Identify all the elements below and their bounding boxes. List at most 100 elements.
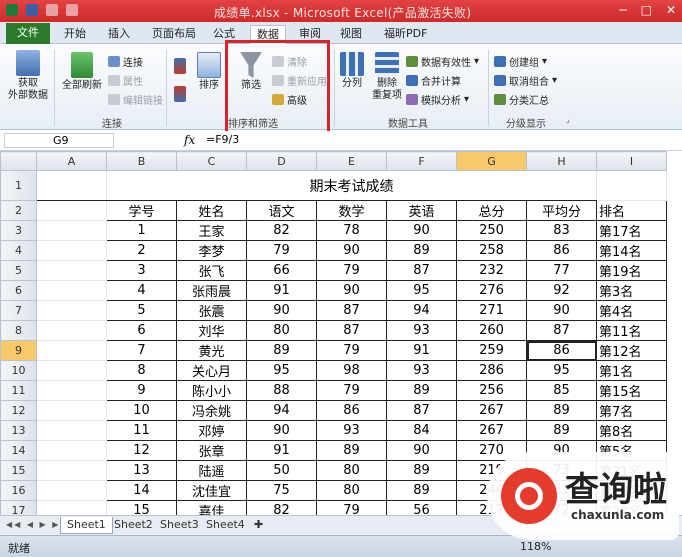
cell[interactable]: 286 — [456, 360, 527, 381]
undo-icon[interactable] — [46, 4, 58, 16]
column-header-e[interactable]: E — [316, 151, 387, 171]
cell[interactable]: 陈小小 — [176, 380, 247, 401]
cell[interactable]: 张章 — [176, 440, 247, 461]
cell[interactable]: 83 — [526, 220, 597, 241]
cell[interactable]: 89 — [526, 400, 597, 421]
column-header-f[interactable]: F — [386, 151, 457, 171]
cell[interactable] — [36, 400, 107, 421]
save-icon[interactable] — [26, 4, 38, 16]
cell[interactable]: 90 — [386, 440, 457, 461]
cell[interactable] — [36, 260, 107, 281]
cell[interactable]: 82 — [246, 220, 317, 241]
insert-function-icon[interactable]: fx — [184, 133, 195, 147]
cell[interactable]: 94 — [246, 400, 317, 421]
cell[interactable]: 85 — [526, 380, 597, 401]
row-header[interactable]: 17 — [0, 500, 37, 515]
cell[interactable]: 87 — [386, 260, 457, 281]
header-cell[interactable]: 平均分 — [526, 200, 597, 221]
formula-input[interactable]: =F9/3 — [206, 133, 239, 146]
cell[interactable] — [36, 340, 107, 361]
cell[interactable]: 79 — [316, 340, 387, 361]
cell[interactable] — [36, 500, 107, 515]
cell[interactable]: 89 — [386, 460, 457, 481]
cell[interactable]: 84 — [386, 420, 457, 441]
column-header-c[interactable]: C — [176, 151, 247, 171]
cell[interactable]: 第14名 — [596, 240, 667, 261]
cell[interactable]: 86 — [526, 240, 597, 261]
row-header[interactable]: 15 — [0, 460, 37, 481]
cell[interactable]: 刘华 — [176, 320, 247, 341]
header-cell[interactable]: 数学 — [316, 200, 387, 221]
cell[interactable] — [36, 280, 107, 301]
cell[interactable]: 第4名 — [596, 300, 667, 321]
cell[interactable]: 第1名 — [596, 360, 667, 381]
cell[interactable]: 嘉佳 — [176, 500, 247, 515]
cell[interactable]: 第19名 — [596, 260, 667, 281]
cell[interactable]: 邓婷 — [176, 420, 247, 441]
cell[interactable]: 2 — [106, 240, 177, 261]
cell[interactable]: 250 — [456, 220, 527, 241]
cell[interactable]: 15 — [106, 500, 177, 515]
row-header[interactable]: 16 — [0, 480, 37, 501]
cell[interactable]: 第15名 — [596, 380, 667, 401]
tab-page-layout[interactable]: 页面布局 — [150, 25, 198, 44]
row-header[interactable]: 1 — [0, 170, 37, 201]
row-header[interactable]: 10 — [0, 360, 37, 381]
cell[interactable]: 第12名 — [596, 340, 667, 361]
cell[interactable]: 第17名 — [596, 220, 667, 241]
cell[interactable]: 271 — [456, 300, 527, 321]
cell[interactable]: 第11名 — [596, 320, 667, 341]
cell[interactable]: 12 — [106, 440, 177, 461]
sort-az-button[interactable] — [174, 58, 186, 74]
header-cell[interactable]: 语文 — [246, 200, 317, 221]
cell[interactable]: 89 — [246, 340, 317, 361]
insert-sheet-icon[interactable]: ✚ — [248, 517, 269, 534]
cell[interactable]: 75 — [246, 480, 317, 501]
cell[interactable]: 1 — [106, 220, 177, 241]
cell[interactable]: 88 — [246, 380, 317, 401]
cell[interactable]: 256 — [456, 380, 527, 401]
column-header-b[interactable]: B — [106, 151, 177, 171]
cell[interactable]: 李梦 — [176, 240, 247, 261]
cell[interactable]: 王家 — [176, 220, 247, 241]
cell[interactable]: 95 — [246, 360, 317, 381]
cell[interactable] — [36, 220, 107, 241]
cell[interactable] — [36, 240, 107, 261]
column-header-h[interactable]: H — [526, 151, 597, 171]
cell[interactable]: 89 — [386, 240, 457, 261]
zoom-level[interactable]: 118% — [520, 540, 551, 553]
cell[interactable]: 13 — [106, 460, 177, 481]
cell[interactable]: 9 — [106, 380, 177, 401]
cell[interactable]: 张雨晨 — [176, 280, 247, 301]
cell[interactable]: 关心月 — [176, 360, 247, 381]
sort-za-button[interactable] — [174, 86, 186, 102]
cell[interactable] — [36, 300, 107, 321]
cell[interactable]: 陆遥 — [176, 460, 247, 481]
tab-home[interactable]: 开始 — [62, 25, 88, 44]
cell[interactable]: 91 — [246, 280, 317, 301]
cell[interactable]: 267 — [456, 420, 527, 441]
row-header[interactable]: 14 — [0, 440, 37, 461]
row-header[interactable]: 8 — [0, 320, 37, 341]
edit-links-button[interactable]: 编辑链接 — [108, 92, 163, 107]
cell[interactable] — [36, 320, 107, 341]
maximize-button[interactable]: □ — [641, 3, 652, 17]
cell[interactable]: 第8名 — [596, 420, 667, 441]
cell[interactable]: 87 — [386, 400, 457, 421]
outline-dialog-launcher-icon[interactable]: ⌟ — [566, 115, 570, 124]
cell[interactable]: 80 — [246, 320, 317, 341]
header-cell[interactable]: 总分 — [456, 200, 527, 221]
cell[interactable] — [36, 200, 107, 221]
column-header-g[interactable]: G — [456, 151, 527, 171]
cell[interactable]: 6 — [106, 320, 177, 341]
column-header-i[interactable]: I — [596, 151, 667, 171]
header-cell[interactable]: 学号 — [106, 200, 177, 221]
cell[interactable]: 94 — [386, 300, 457, 321]
group-button[interactable]: 创建组 ▾ — [494, 54, 547, 69]
cell[interactable]: 56 — [386, 500, 457, 515]
row-header[interactable]: 6 — [0, 280, 37, 301]
cell[interactable]: 232 — [456, 260, 527, 281]
cell[interactable]: 黄光 — [176, 340, 247, 361]
cell[interactable]: 80 — [316, 460, 387, 481]
cell[interactable]: 90 — [246, 300, 317, 321]
